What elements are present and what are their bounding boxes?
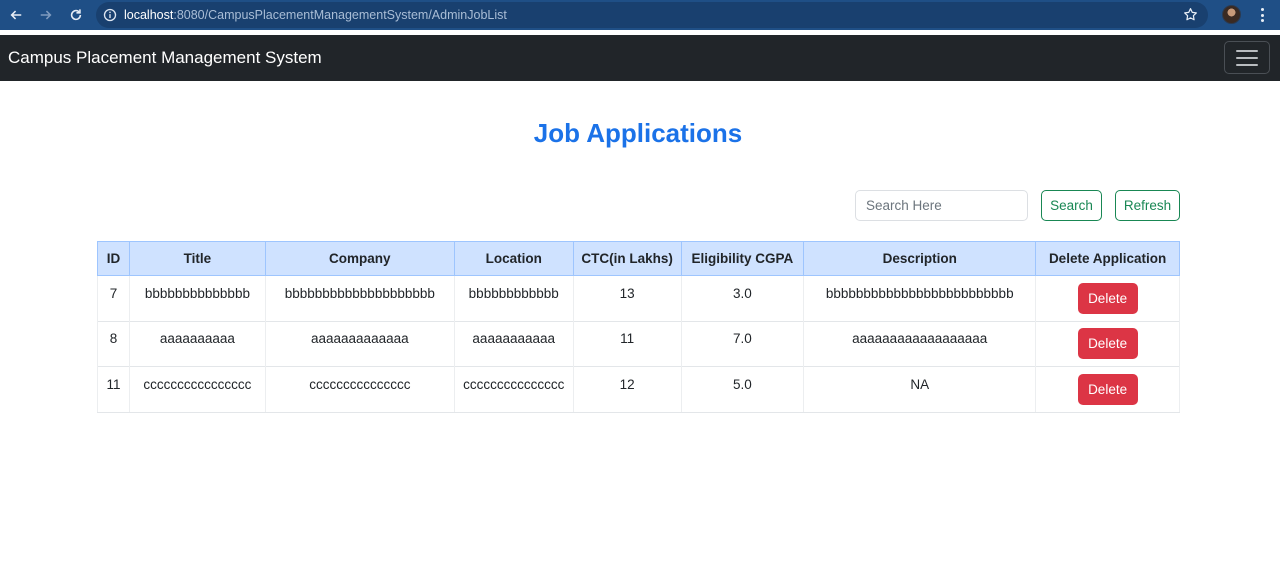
back-arrow-icon[interactable] bbox=[1, 0, 31, 30]
table-row: 8 aaaaaaaaaa aaaaaaaaaaaaa aaaaaaaaaaa 1… bbox=[97, 320, 1180, 367]
cell-location: aaaaaaaaaaa bbox=[453, 320, 574, 367]
cell-title-text: aaaaaaaaaa bbox=[159, 331, 235, 347]
cell-id-text: 11 bbox=[106, 376, 121, 392]
url-host: localhost bbox=[124, 8, 174, 22]
app-navbar: Campus Placement Management System bbox=[0, 35, 1280, 81]
cell-cgpa: 3.0 bbox=[680, 275, 805, 321]
cell-company-text: ccccccccccccccc bbox=[309, 376, 411, 392]
cell-title: aaaaaaaaaa bbox=[128, 320, 266, 367]
cell-delete: Delete bbox=[1035, 320, 1180, 367]
column-header-title: Title bbox=[128, 241, 266, 276]
star-icon[interactable] bbox=[1183, 7, 1198, 27]
cell-location: ccccccccccccccc bbox=[453, 366, 574, 413]
cell-cgpa-text: 3.0 bbox=[733, 285, 752, 301]
cell-cgpa: 5.0 bbox=[680, 366, 805, 413]
table-row: 7 bbbbbbbbbbbbbb bbbbbbbbbbbbbbbbbbbb bb… bbox=[97, 275, 1180, 321]
url-text: localhost:8080/CampusPlacementManagement… bbox=[124, 8, 507, 22]
delete-button[interactable]: Delete bbox=[1077, 282, 1138, 314]
cell-id: 8 bbox=[97, 320, 130, 367]
reload-icon[interactable] bbox=[61, 0, 91, 30]
cell-ctc-text: 11 bbox=[620, 331, 635, 347]
cell-location: bbbbbbbbbbbb bbox=[453, 275, 574, 321]
forward-arrow-icon[interactable] bbox=[31, 0, 61, 30]
search-input[interactable] bbox=[855, 190, 1028, 221]
address-bar[interactable]: localhost:8080/CampusPlacementManagement… bbox=[96, 2, 1208, 28]
cell-id: 11 bbox=[97, 366, 130, 413]
column-header-cgpa: Eligibility CGPA bbox=[680, 241, 805, 276]
cell-ctc-text: 13 bbox=[619, 285, 635, 301]
refresh-button[interactable]: Refresh bbox=[1115, 190, 1180, 221]
cell-location-text: bbbbbbbbbbbb bbox=[468, 285, 559, 301]
url-path: :8080/CampusPlacementManagementSystem/Ad… bbox=[173, 8, 507, 22]
cell-title: bbbbbbbbbbbbbb bbox=[128, 275, 266, 321]
cell-description-text: NA bbox=[910, 376, 930, 392]
page-title: Job Applications bbox=[533, 118, 743, 148]
browser-toolbar: localhost:8080/CampusPlacementManagement… bbox=[0, 0, 1280, 30]
cell-ctc: 13 bbox=[572, 275, 682, 321]
cell-cgpa-text: 5.0 bbox=[733, 376, 752, 392]
cell-cgpa: 7.0 bbox=[680, 320, 805, 367]
cell-description: bbbbbbbbbbbbbbbbbbbbbbbbb bbox=[803, 275, 1037, 321]
cell-title-text: cccccccccccccccc bbox=[143, 376, 252, 392]
column-header-delete: Delete Application bbox=[1035, 241, 1180, 276]
cell-id-text: 7 bbox=[109, 285, 118, 301]
cell-title-text: bbbbbbbbbbbbbb bbox=[144, 285, 250, 301]
cell-location-text: aaaaaaaaaaa bbox=[472, 331, 556, 347]
cell-company: ccccccccccccccc bbox=[264, 366, 455, 413]
cell-cgpa-text: 7.0 bbox=[733, 331, 752, 347]
cell-ctc-text: 12 bbox=[619, 376, 635, 392]
cell-id: 7 bbox=[97, 275, 130, 321]
cell-company-text: bbbbbbbbbbbbbbbbbbbb bbox=[284, 285, 435, 301]
hamburger-icon[interactable] bbox=[1224, 41, 1270, 74]
cell-description-text: bbbbbbbbbbbbbbbbbbbbbbbbb bbox=[825, 285, 1014, 301]
delete-button[interactable]: Delete bbox=[1077, 373, 1138, 405]
more-vert-icon[interactable] bbox=[1256, 6, 1268, 24]
cell-ctc: 11 bbox=[572, 320, 682, 367]
column-header-ctc: CTC(in Lakhs) bbox=[572, 241, 682, 276]
navbar-brand[interactable]: Campus Placement Management System bbox=[8, 48, 322, 68]
cell-description-text: aaaaaaaaaaaaaaaaaa bbox=[852, 331, 988, 347]
column-header-company: Company bbox=[264, 241, 455, 276]
info-icon[interactable] bbox=[96, 8, 124, 22]
cell-location-text: ccccccccccccccc bbox=[463, 376, 565, 392]
cell-company: aaaaaaaaaaaaa bbox=[264, 320, 455, 367]
column-header-location: Location bbox=[453, 241, 574, 276]
table-header-row: ID Title Company Location CTC(in Lakhs) … bbox=[97, 241, 1180, 276]
cell-delete: Delete bbox=[1035, 366, 1180, 413]
cell-company-text: aaaaaaaaaaaaa bbox=[311, 331, 409, 347]
cell-description: aaaaaaaaaaaaaaaaaa bbox=[803, 320, 1037, 367]
delete-button[interactable]: Delete bbox=[1077, 328, 1138, 360]
column-header-description: Description bbox=[803, 241, 1037, 276]
avatar[interactable] bbox=[1222, 5, 1241, 24]
cell-id-text: 8 bbox=[109, 331, 118, 347]
cell-title: cccccccccccccccc bbox=[128, 366, 266, 413]
table-row: 11 cccccccccccccccc ccccccccccccccc cccc… bbox=[97, 366, 1180, 413]
cell-description: NA bbox=[803, 366, 1037, 413]
cell-ctc: 12 bbox=[572, 366, 682, 413]
cell-company: bbbbbbbbbbbbbbbbbbbb bbox=[264, 275, 455, 321]
job-applications-table: ID Title Company Location CTC(in Lakhs) … bbox=[97, 241, 1180, 413]
column-header-id: ID bbox=[97, 241, 130, 276]
search-button[interactable]: Search bbox=[1041, 190, 1102, 221]
cell-delete: Delete bbox=[1035, 275, 1180, 321]
